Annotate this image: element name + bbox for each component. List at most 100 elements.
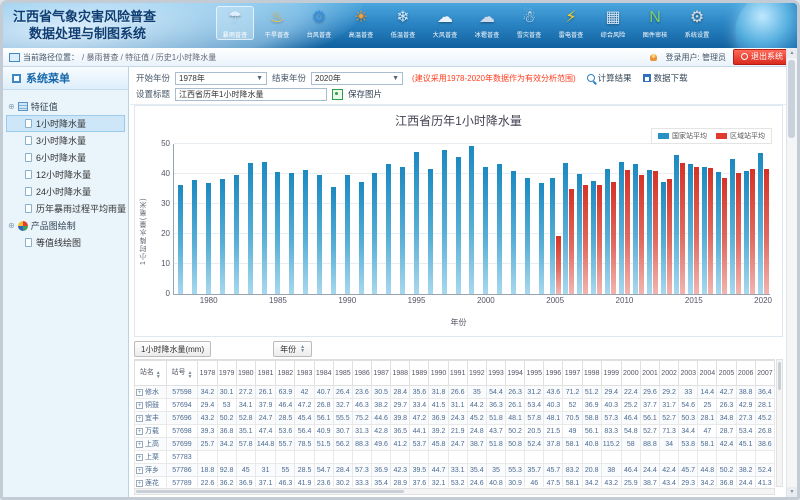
sort-icons[interactable]: ▲▼: [156, 371, 161, 379]
chart-title-input[interactable]: [175, 88, 327, 101]
logout-button[interactable]: 退出系统: [733, 49, 791, 65]
scroll-up-arrow[interactable]: ▲: [787, 48, 797, 58]
expand-icon[interactable]: +: [136, 402, 143, 409]
toolbar-item-lightning[interactable]: ⚡雷电普查: [552, 6, 590, 40]
year-column-header[interactable]: 1988: [391, 361, 410, 386]
toolbar-item-low-temp[interactable]: ❄低温普查: [384, 6, 422, 40]
breadcrumb[interactable]: / 暴雨普查 / 特征值 / 历史1小时降水量: [82, 52, 216, 63]
table-row[interactable]: +修水5759834.230.127.226.163.94240.726.423…: [135, 386, 775, 399]
table-row[interactable]: +莲花5778922.636.236.937.146.341.923.630.2…: [135, 477, 775, 488]
sidebar-item-storm-process-avg[interactable]: 历年暴雨过程平均雨量: [6, 200, 125, 217]
download-button[interactable]: 数据下载: [643, 72, 688, 84]
station-name-header[interactable]: 站名 ▲▼: [135, 361, 167, 386]
year-column-header[interactable]: 1991: [448, 361, 467, 386]
sidebar-item-precip-12h[interactable]: 12小时降水量: [6, 166, 125, 183]
expand-icon[interactable]: +: [136, 428, 143, 435]
year-column-header[interactable]: 1979: [217, 361, 236, 386]
year-column-header[interactable]: 2003: [679, 361, 698, 386]
image-preview-icon[interactable]: [332, 89, 343, 100]
year-column-header[interactable]: 1997: [563, 361, 582, 386]
expand-icon[interactable]: +: [136, 454, 143, 461]
year-column-header[interactable]: 1985: [333, 361, 352, 386]
table-horizontal-scrollbar[interactable]: [134, 488, 775, 495]
scroll-thumb[interactable]: [778, 362, 781, 390]
toolbar-item-settings[interactable]: ⚙系统设置: [678, 6, 716, 40]
toolbar-item-drought[interactable]: ♨干旱普查: [258, 6, 296, 40]
value-cell: 38.7: [640, 477, 659, 488]
year-column-header[interactable]: 1994: [506, 361, 525, 386]
table-row[interactable]: +上栗57783: [135, 451, 775, 464]
year-column-header[interactable]: 2006: [736, 361, 755, 386]
value-cell: 88.8: [640, 438, 659, 451]
expand-icon[interactable]: ⊕: [8, 103, 15, 111]
calculate-button[interactable]: 计算结果: [587, 72, 632, 84]
expand-icon[interactable]: +: [136, 441, 143, 448]
unit-chip[interactable]: 1小时降水量(mm): [134, 341, 211, 357]
sidebar-item-precip-1h[interactable]: 1小时降水量: [6, 115, 125, 132]
year-column-header[interactable]: 1982: [276, 361, 295, 386]
table-row[interactable]: +萍乡5778618.892.845315528.554.728.457.336…: [135, 464, 775, 477]
year-column-header[interactable]: 2005: [717, 361, 736, 386]
year-column-header[interactable]: 2001: [640, 361, 659, 386]
expand-icon[interactable]: +: [136, 389, 143, 396]
save-image-button[interactable]: 保存图片: [348, 88, 382, 100]
start-year-select[interactable]: 1978年 ▼: [175, 72, 267, 85]
table-row[interactable]: +上高5769925.734.257.8144.855.778.551.556.…: [135, 438, 775, 451]
year-column-header[interactable]: 1978: [198, 361, 217, 386]
year-column-header[interactable]: 1998: [582, 361, 601, 386]
toolbar-item-high-temp[interactable]: ☀高温普查: [342, 6, 380, 40]
scroll-thumb[interactable]: [136, 490, 404, 493]
sidebar-item-precip-3h[interactable]: 3小时降水量: [6, 132, 125, 149]
value-cell: 51.8: [486, 438, 505, 451]
year-column-header[interactable]: 2004: [698, 361, 717, 386]
sidebar-group-product-mapping[interactable]: ⊕产品图绘制: [6, 217, 125, 234]
year-column-header[interactable]: 1996: [544, 361, 563, 386]
toolbar-item-typhoon[interactable]: ⚙台风普查: [300, 6, 338, 40]
sidebar-item-precip-6h[interactable]: 6小时降水量: [6, 149, 125, 166]
value-cell: 43.4: [660, 477, 679, 488]
sort-icons[interactable]: ▲▼: [300, 345, 305, 353]
toolbar-item-gale[interactable]: ☁大风普查: [426, 6, 464, 40]
settings-icon: ⚙: [690, 7, 704, 30]
table-vertical-scrollbar[interactable]: [776, 359, 783, 487]
sort-icons[interactable]: ▲▼: [187, 371, 192, 379]
year-column-header[interactable]: 1986: [352, 361, 371, 386]
year-column-header[interactable]: 1992: [467, 361, 486, 386]
year-column-header[interactable]: 2007: [755, 361, 774, 386]
scroll-down-arrow[interactable]: ▼: [787, 487, 797, 497]
expand-icon[interactable]: +: [136, 415, 143, 422]
year-column-header[interactable]: 1984: [314, 361, 333, 386]
year-column-header[interactable]: 1983: [295, 361, 314, 386]
year-column-header[interactable]: 1999: [601, 361, 621, 386]
sidebar-item-contour-plot[interactable]: 等值线绘图: [6, 234, 125, 251]
expand-icon[interactable]: ⊕: [8, 222, 15, 230]
year-column-header[interactable]: 1995: [525, 361, 544, 386]
scroll-thumb[interactable]: [788, 60, 795, 138]
year-column-header[interactable]: 1989: [410, 361, 429, 386]
year-column-header[interactable]: 1990: [429, 361, 448, 386]
table-row[interactable]: +铜鼓5769429.45334.137.946.447.226.832.746…: [135, 399, 775, 412]
year-column-header[interactable]: 1980: [236, 361, 255, 386]
end-year-select[interactable]: 2020年 ▼: [311, 72, 403, 85]
year-column-header[interactable]: 2002: [660, 361, 679, 386]
toolbar-item-snow[interactable]: ☃雪灾普查: [510, 6, 548, 40]
page-scrollbar[interactable]: ▲ ▼: [786, 48, 797, 497]
expand-icon[interactable]: +: [136, 480, 143, 487]
toolbar-item-risk-calc[interactable]: ▦综合风险: [594, 6, 632, 40]
toolbar-item-map-review[interactable]: N图件审核: [636, 6, 674, 40]
year-sort-chip[interactable]: 年份 ▲▼: [273, 341, 312, 357]
toolbar-item-rainstorm[interactable]: ☂暴雨普查: [216, 6, 254, 40]
table-row[interactable]: +宜丰5769643.250.252.824.728.545.456.155.5…: [135, 412, 775, 425]
year-column-header[interactable]: 2000: [621, 361, 640, 386]
legend-entry[interactable]: 国家站平均: [658, 131, 707, 141]
sidebar-group-feature-values[interactable]: ⊕特征值: [6, 98, 125, 115]
expand-icon[interactable]: +: [136, 467, 143, 474]
sidebar-item-precip-24h[interactable]: 24小时降水量: [6, 183, 125, 200]
station-id-header[interactable]: 站号 ▲▼: [166, 361, 198, 386]
year-column-header[interactable]: 1993: [486, 361, 505, 386]
legend-entry[interactable]: 区域站平均: [716, 131, 765, 141]
toolbar-item-hail[interactable]: ☁冰雹普查: [468, 6, 506, 40]
year-column-header[interactable]: 1987: [372, 361, 391, 386]
table-row[interactable]: +万载5769839.336.835.147.453.656.440.930.7…: [135, 425, 775, 438]
year-column-header[interactable]: 1981: [255, 361, 276, 386]
